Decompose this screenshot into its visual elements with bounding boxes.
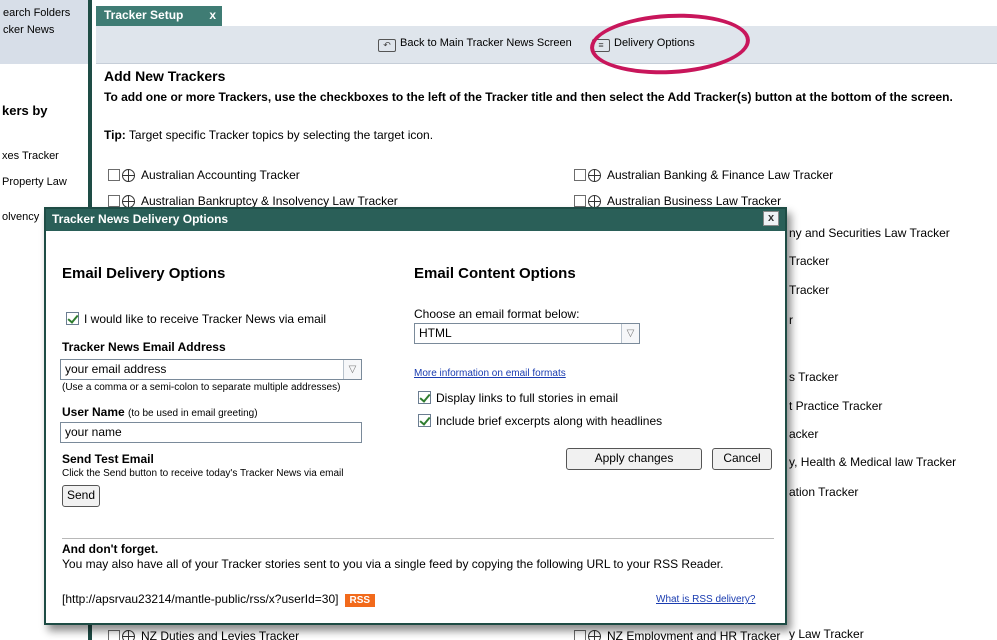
tracker-label: NZ Duties and Levies Tracker xyxy=(141,629,300,640)
tracker-checkbox[interactable] xyxy=(108,195,120,207)
tracker-checkbox[interactable] xyxy=(574,630,586,640)
tracker-label: NZ Employment and HR Tracker xyxy=(607,629,781,640)
tracker-label-partial[interactable]: acker xyxy=(789,427,818,441)
dialog-divider xyxy=(62,538,774,539)
tab-label: Tracker Setup xyxy=(104,8,184,22)
sidebar-link-tracker-news[interactable]: cker News xyxy=(3,24,54,36)
send-test-hint: Click the Send button to receive today's… xyxy=(62,468,344,479)
sidebar-heading: kers by xyxy=(2,103,48,118)
tracker-label-partial[interactable]: ation Tracker xyxy=(789,485,858,499)
user-name-field[interactable]: your name xyxy=(60,422,362,443)
rss-url: [http://apsrvau23214/mantle-public/rss/x… xyxy=(62,592,339,606)
add-trackers-description: To add one or more Trackers, use the che… xyxy=(104,90,953,104)
user-name-label-text: User Name xyxy=(62,405,125,419)
chevron-down-icon[interactable]: ▽ xyxy=(621,324,639,343)
tracker-label: Australian Bankruptcy & Insolvency Law T… xyxy=(141,194,398,208)
cancel-button[interactable]: Cancel xyxy=(712,448,772,470)
tracker-label-partial[interactable]: Tracker xyxy=(789,283,829,297)
tracker-label-partial[interactable]: Tracker xyxy=(789,254,829,268)
email-address-value: your email address xyxy=(65,362,167,376)
include-excerpts-checkbox[interactable] xyxy=(418,414,431,427)
tracker-item[interactable]: Australian Business Law Tracker xyxy=(574,194,781,208)
tip-text: Tip: Target specific Tracker topics by s… xyxy=(104,128,433,142)
receive-email-checkbox[interactable] xyxy=(66,312,79,325)
display-links-checkbox[interactable] xyxy=(418,391,431,404)
add-trackers-title: Add New Trackers xyxy=(104,68,226,84)
apply-changes-button[interactable]: Apply changes xyxy=(566,448,702,470)
tracker-label-partial[interactable]: y, Health & Medical law Tracker xyxy=(789,455,956,469)
tracker-label-partial[interactable]: t Practice Tracker xyxy=(789,399,882,413)
target-icon[interactable] xyxy=(588,630,601,640)
tracker-label: Australian Banking & Finance Law Tracker xyxy=(607,168,834,182)
email-delivery-title: Email Delivery Options xyxy=(62,265,226,282)
tab-close-icon[interactable]: x xyxy=(209,8,216,22)
sidebar-item-property-law[interactable]: Property Law xyxy=(2,176,67,188)
target-icon[interactable] xyxy=(122,169,135,182)
receive-email-row[interactable]: I would like to receive Tracker News via… xyxy=(66,312,326,326)
sidebar-link-search-folders[interactable]: earch Folders xyxy=(3,7,70,19)
rss-badge[interactable]: RSS xyxy=(344,594,376,607)
tracker-label-partial[interactable]: y Law Tracker xyxy=(789,627,864,640)
format-label: Choose an email format below: xyxy=(414,307,580,321)
tracker-checkbox[interactable] xyxy=(574,169,586,181)
user-name-value: your name xyxy=(65,425,122,439)
email-address-label: Tracker News Email Address xyxy=(62,340,226,354)
tracker-checkbox[interactable] xyxy=(108,630,120,640)
tracker-item[interactable]: Australian Banking & Finance Law Tracker xyxy=(574,168,833,182)
dialog-title: Tracker News Delivery Options xyxy=(52,212,229,226)
email-address-hint: (Use a comma or a semi-colon to separate… xyxy=(62,382,341,393)
receive-email-label: I would like to receive Tracker News via… xyxy=(84,312,327,326)
sidebar-item-taxes[interactable]: xes Tracker xyxy=(2,150,59,162)
back-arrow-icon: ↶ xyxy=(378,39,396,52)
email-address-field[interactable]: your email address ▽ xyxy=(60,359,362,380)
email-format-select[interactable]: HTML ▽ xyxy=(414,323,640,344)
delivery-options-dialog: Tracker News Delivery Options x Email De… xyxy=(44,207,787,625)
tracker-label-partial[interactable]: ny and Securities Law Tracker xyxy=(789,226,950,240)
email-formats-info-link[interactable]: More information on email formats xyxy=(414,368,566,379)
tracker-item[interactable]: Australian Bankruptcy & Insolvency Law T… xyxy=(108,194,398,208)
tracker-label-partial[interactable]: r xyxy=(789,313,793,327)
user-name-label: User Name (to be used in email greeting) xyxy=(62,405,258,419)
display-links-label: Display links to full stories in email xyxy=(436,391,619,405)
include-excerpts-label: Include brief excerpts along with headli… xyxy=(436,414,663,428)
footer-text: You may also have all of your Tracker st… xyxy=(62,557,724,571)
back-label: Back to Main Tracker News Screen xyxy=(400,37,572,49)
footer-title: And don't forget. xyxy=(62,542,159,556)
chevron-down-icon[interactable]: ▽ xyxy=(343,360,361,379)
sidebar-header: earch Folders cker News xyxy=(0,0,88,64)
close-icon[interactable]: x xyxy=(763,211,779,226)
target-icon[interactable] xyxy=(588,169,601,182)
tracker-checkbox[interactable] xyxy=(574,195,586,207)
tracker-label: Australian Accounting Tracker xyxy=(141,168,300,182)
user-name-hint: (to be used in email greeting) xyxy=(128,408,258,419)
tracker-item[interactable]: Australian Accounting Tracker xyxy=(108,168,300,182)
sidebar-item-insolvency[interactable]: olvency xyxy=(2,211,39,223)
tip-label: Tip: xyxy=(104,128,126,142)
rss-url-row: [http://apsrvau23214/mantle-public/rss/x… xyxy=(62,592,376,607)
tracker-checkbox[interactable] xyxy=(108,169,120,181)
tab-tracker-setup[interactable]: Tracker Setup x xyxy=(96,6,222,26)
include-excerpts-row[interactable]: Include brief excerpts along with headli… xyxy=(418,414,662,428)
dialog-title-bar: Tracker News Delivery Options x xyxy=(46,209,785,231)
top-navigation: ↶ Back to Main Tracker News Screen ≡ Deliv… xyxy=(96,26,997,64)
back-to-main-link[interactable]: ↶ Back to Main Tracker News Screen xyxy=(378,37,572,52)
tracker-item[interactable]: NZ Duties and Levies Tracker xyxy=(108,629,299,640)
display-links-row[interactable]: Display links to full stories in email xyxy=(418,391,618,405)
tab-bar: Tracker Setup x xyxy=(96,0,997,26)
rss-delivery-link[interactable]: What is RSS delivery? xyxy=(656,594,755,605)
email-format-value: HTML xyxy=(419,326,452,340)
send-test-title: Send Test Email xyxy=(62,452,154,466)
tip-body: Target specific Tracker topics by select… xyxy=(125,128,434,142)
tracker-item[interactable]: NZ Employment and HR Tracker xyxy=(574,629,780,640)
tracker-label: Australian Business Law Tracker xyxy=(607,194,782,208)
target-icon[interactable] xyxy=(122,630,135,640)
send-button[interactable]: Send xyxy=(62,485,100,507)
tracker-label-partial[interactable]: s Tracker xyxy=(789,370,838,384)
email-content-title: Email Content Options xyxy=(414,265,576,282)
